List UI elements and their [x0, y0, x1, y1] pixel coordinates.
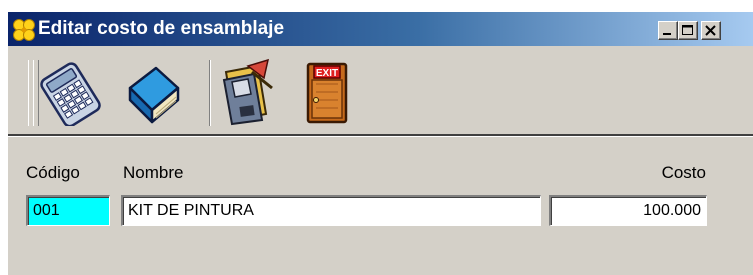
exit-icon-text: EXIT: [316, 68, 338, 79]
clover-icon: [12, 18, 36, 42]
close-icon: [705, 25, 716, 36]
exit-door-icon: EXIT: [306, 62, 348, 124]
costo-field[interactable]: 100.000: [549, 195, 707, 226]
minimize-icon: [663, 33, 671, 35]
nombre-field[interactable]: KIT DE PINTURA: [121, 195, 541, 226]
toolbar-divider: [8, 134, 753, 137]
close-button[interactable]: [701, 21, 721, 40]
save-button[interactable]: [214, 58, 278, 126]
window-title: Editar costo de ensamblaje: [38, 18, 285, 39]
book-icon: [128, 66, 180, 124]
toolbar-separator: [209, 60, 211, 126]
minimize-button[interactable]: [658, 21, 678, 40]
maximize-button[interactable]: [678, 21, 698, 40]
save-icon: [222, 58, 273, 126]
book-button[interactable]: [120, 58, 184, 126]
toolbar: EXIT: [8, 52, 753, 134]
nombre-label: Nombre: [123, 163, 184, 182]
calculator-button[interactable]: [38, 58, 102, 126]
edit-assembly-cost-window: Editar costo de ensamblaje EXIT Código N…: [8, 12, 753, 275]
maximize-icon: [682, 25, 693, 35]
calculator-icon: [40, 62, 101, 126]
title-bar[interactable]: Editar costo de ensamblaje: [8, 12, 753, 46]
codigo-field[interactable]: 001: [26, 195, 110, 226]
exit-button[interactable]: EXIT: [294, 58, 358, 126]
costo-label: Costo: [661, 163, 706, 182]
codigo-label: Código: [26, 163, 80, 182]
